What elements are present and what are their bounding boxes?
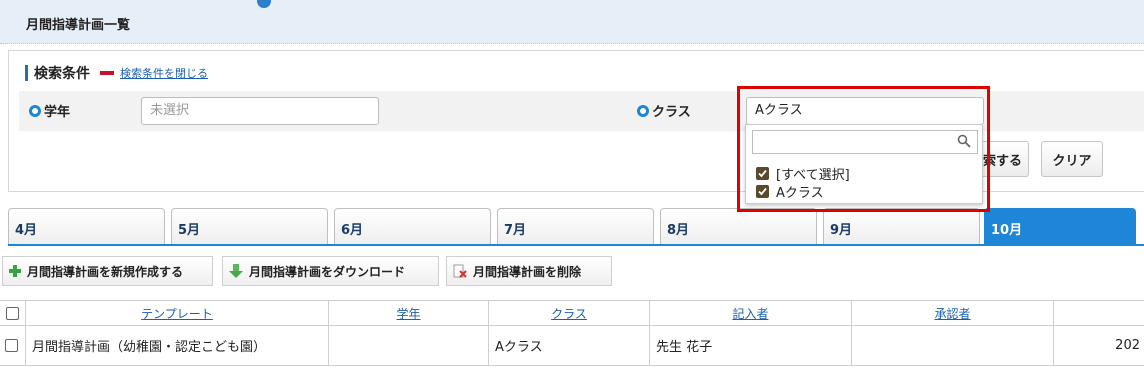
checkbox-checked-icon bbox=[756, 185, 769, 198]
checkbox-checked-icon bbox=[756, 167, 769, 180]
option-class-a-label: Aクラス bbox=[776, 186, 824, 201]
decorative-circle bbox=[257, 0, 271, 8]
create-plan-label: 月間指導計画を新規作成する bbox=[27, 264, 184, 279]
grade-select[interactable]: 未選択 bbox=[141, 97, 379, 125]
class-dropdown: [すべて選択] Aクラス bbox=[745, 124, 983, 204]
title-bar: 月間指導計画一覧 bbox=[0, 0, 1144, 44]
grade-label: 学年 bbox=[29, 101, 70, 120]
plan-table: テンプレート 学年 クラス 記入者 承認者 月間指導計画（幼稚園・認定こども園）… bbox=[0, 300, 1144, 371]
radio-ring-icon bbox=[637, 104, 649, 117]
column-date bbox=[1054, 301, 1144, 325]
select-all-checkbox[interactable] bbox=[6, 306, 19, 320]
cell-approver bbox=[852, 326, 1054, 365]
tab-august[interactable]: 8月 bbox=[660, 208, 817, 244]
dropdown-search-input[interactable] bbox=[752, 130, 978, 154]
create-plan-button[interactable]: 月間指導計画を新規作成する bbox=[2, 256, 213, 286]
search-button[interactable]: 索する bbox=[977, 141, 1029, 177]
class-select[interactable]: Aクラス bbox=[746, 97, 984, 125]
tab-september[interactable]: 9月 bbox=[823, 208, 980, 244]
search-heading-label: 検索条件 bbox=[34, 66, 90, 82]
row-checkbox[interactable] bbox=[5, 339, 18, 352]
tab-june[interactable]: 6月 bbox=[334, 208, 491, 244]
delete-document-icon bbox=[453, 264, 467, 278]
column-approver[interactable]: 承認者 bbox=[852, 301, 1054, 325]
search-heading: 検索条件 検索条件を閉じる bbox=[25, 63, 208, 83]
download-plan-label: 月間指導計画をダウンロード bbox=[249, 264, 406, 279]
column-writer[interactable]: 記入者 bbox=[650, 301, 852, 325]
cell-template: 月間指導計画（幼稚園・認定こども園） bbox=[26, 326, 329, 365]
heading-bar bbox=[25, 65, 28, 81]
table-header: テンプレート 学年 クラス 記入者 承認者 bbox=[0, 300, 1144, 326]
class-label: クラス bbox=[637, 101, 691, 120]
clear-button[interactable]: クリア bbox=[1041, 141, 1103, 177]
column-template[interactable]: テンプレート bbox=[26, 301, 329, 325]
month-tabs: 4月 5月 6月 7月 8月 9月 10月 bbox=[8, 208, 1144, 246]
search-icon bbox=[957, 134, 971, 152]
tab-october[interactable]: 10月 bbox=[984, 208, 1136, 244]
grade-label-text: 学年 bbox=[44, 105, 71, 120]
option-select-all-label: [すべて選択] bbox=[776, 168, 850, 183]
column-grade[interactable]: 学年 bbox=[329, 301, 489, 325]
tab-may[interactable]: 5月 bbox=[171, 208, 328, 244]
header-checkbox-cell bbox=[0, 301, 26, 325]
column-class[interactable]: クラス bbox=[489, 301, 650, 325]
download-plan-button[interactable]: 月間指導計画をダウンロード bbox=[222, 256, 439, 286]
delete-plan-label: 月間指導計画を削除 bbox=[473, 264, 582, 279]
page-title: 月間指導計画一覧 bbox=[26, 18, 131, 33]
close-search-link[interactable]: 検索条件を閉じる bbox=[120, 65, 208, 81]
option-select-all[interactable]: [すべて選択] bbox=[756, 164, 850, 183]
cell-class: Aクラス bbox=[489, 326, 650, 365]
delete-plan-button[interactable]: 月間指導計画を削除 bbox=[446, 256, 612, 286]
class-label-text: クラス bbox=[652, 105, 691, 120]
plus-icon bbox=[9, 265, 21, 277]
collapse-icon[interactable] bbox=[100, 71, 114, 75]
tab-july[interactable]: 7月 bbox=[497, 208, 654, 244]
row-checkbox-cell bbox=[0, 326, 26, 365]
option-class-a[interactable]: Aクラス bbox=[756, 182, 824, 201]
table-row[interactable]: 月間指導計画（幼稚園・認定こども園） Aクラス 先生 花子 202 bbox=[0, 326, 1144, 366]
download-arrow-icon bbox=[229, 264, 243, 278]
cell-writer: 先生 花子 bbox=[650, 326, 852, 365]
cell-date: 202 bbox=[1115, 338, 1140, 353]
cell-grade bbox=[329, 326, 489, 365]
tab-april[interactable]: 4月 bbox=[8, 208, 165, 244]
radio-ring-icon bbox=[29, 104, 41, 117]
